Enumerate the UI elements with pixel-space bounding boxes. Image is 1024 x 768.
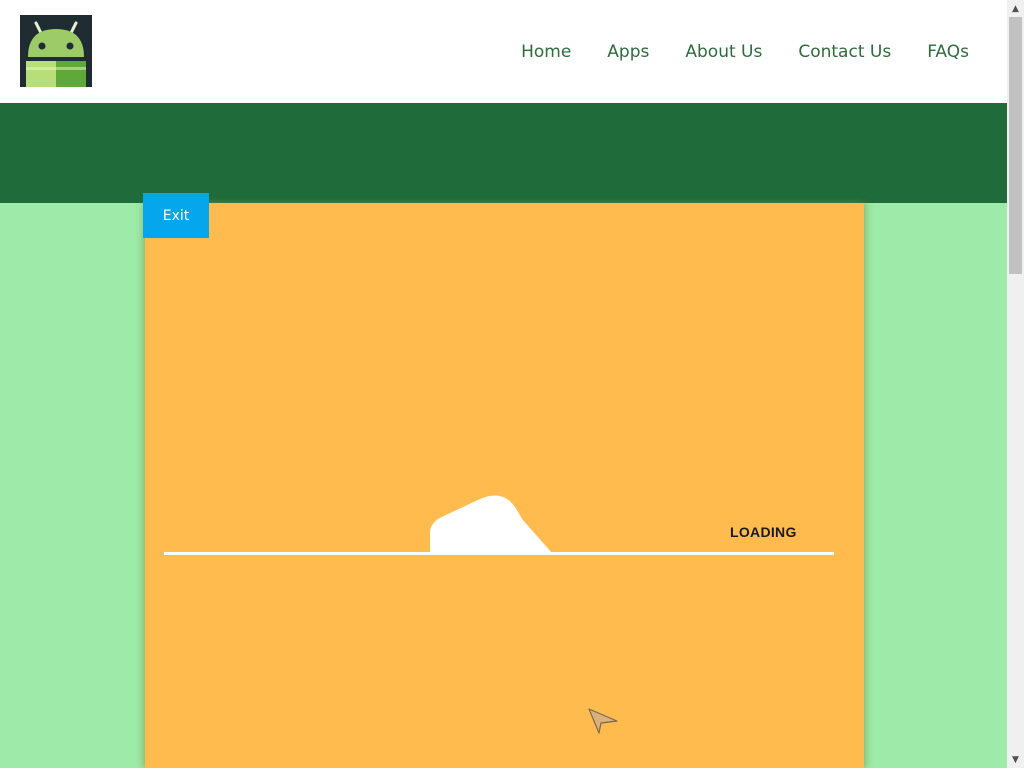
exit-button[interactable]: Exit — [143, 193, 209, 238]
loading-blob-icon — [430, 495, 552, 553]
nav-faqs[interactable]: FAQs — [927, 40, 969, 64]
game-frame[interactable] — [145, 203, 864, 768]
vertical-scrollbar[interactable]: ▲ ▼ — [1007, 0, 1024, 768]
nav-contact-us[interactable]: Contact Us — [798, 40, 891, 64]
scroll-thumb[interactable] — [1009, 17, 1022, 274]
android-logo-icon — [20, 15, 92, 87]
scroll-up-icon[interactable]: ▲ — [1007, 0, 1024, 17]
scroll-down-icon[interactable]: ▼ — [1007, 751, 1024, 768]
page-banner — [0, 103, 1007, 203]
nav-home[interactable]: Home — [521, 40, 571, 64]
paper-plane-icon — [588, 708, 618, 734]
site-header: Home Apps About Us Contact Us FAQs — [0, 0, 1007, 103]
android-logo[interactable] — [20, 15, 92, 87]
loading-label: LOADING — [730, 524, 797, 540]
nav-about-us[interactable]: About Us — [685, 40, 762, 64]
main-nav: Home Apps About Us Contact Us FAQs — [485, 40, 969, 64]
nav-apps[interactable]: Apps — [607, 40, 649, 64]
